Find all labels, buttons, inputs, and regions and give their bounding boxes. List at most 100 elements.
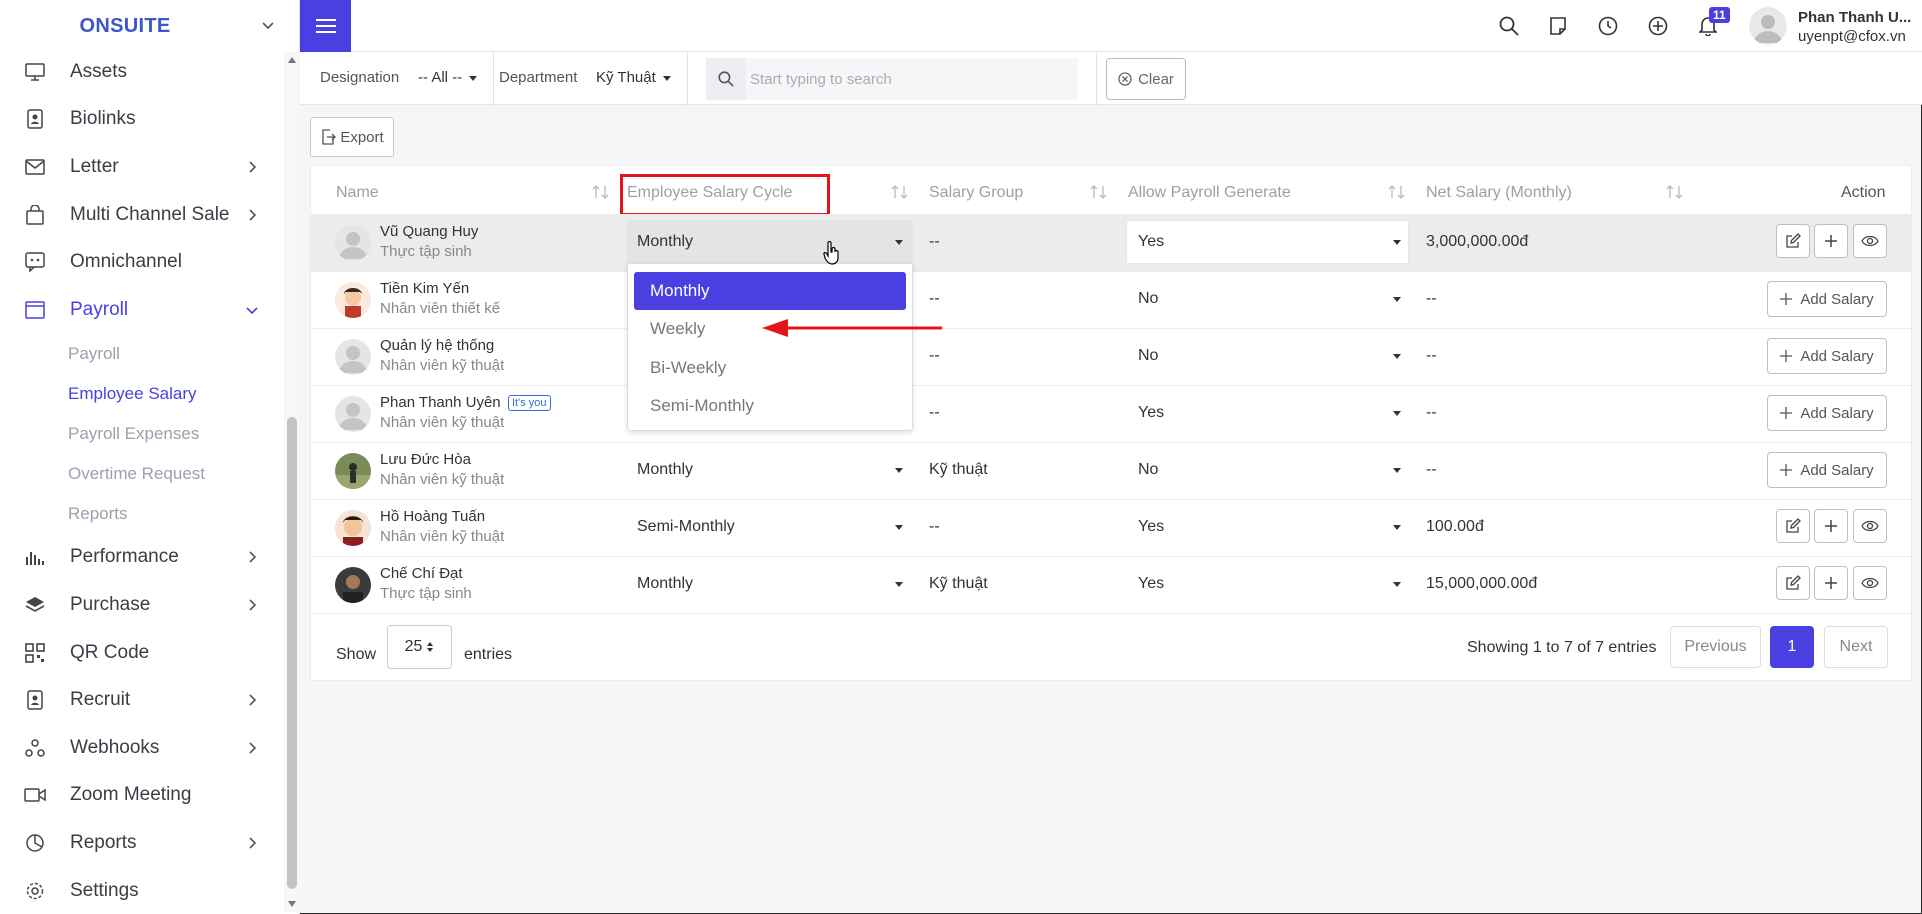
sidebar-subitem-overtime-request[interactable]: Overtime Request xyxy=(0,454,284,494)
add-button[interactable] xyxy=(1814,566,1848,600)
avatar xyxy=(335,567,371,603)
search-input[interactable] xyxy=(750,58,1070,100)
view-button[interactable] xyxy=(1853,566,1887,600)
avatar xyxy=(335,282,371,318)
video-icon xyxy=(24,784,46,806)
employee-name[interactable]: Chế Chí Đạt xyxy=(380,565,463,582)
sidebar-item-webhooks[interactable]: Webhooks xyxy=(0,724,284,772)
search-icon[interactable] xyxy=(1497,14,1521,38)
scrollbar-thumb[interactable] xyxy=(287,417,297,889)
net-salary-value: 3,000,000.00đ xyxy=(1426,233,1529,250)
allow-payroll-select[interactable] xyxy=(1126,220,1409,264)
allow-payroll-value[interactable]: No xyxy=(1138,347,1158,365)
add-circle-icon[interactable] xyxy=(1646,14,1670,38)
dropdown-option-semi-monthly[interactable]: Semi-Monthly xyxy=(634,387,906,425)
sidebar-item-label: Omnichannel xyxy=(70,251,182,273)
sidebar-item-reports[interactable]: Reports xyxy=(0,819,284,867)
allow-payroll-value[interactable]: Yes xyxy=(1138,518,1164,536)
sidebar-subitem-employee-salary[interactable]: Employee Salary xyxy=(0,374,284,414)
sort-icon[interactable] xyxy=(891,185,909,199)
edit-button[interactable] xyxy=(1776,509,1810,543)
search-box xyxy=(706,58,1078,100)
column-header-name[interactable]: Name xyxy=(336,184,379,202)
qr-code-icon xyxy=(24,642,46,664)
notification-badge: 11 xyxy=(1709,7,1730,23)
column-header-net-salary[interactable]: Net Salary (Monthly) xyxy=(1426,184,1572,202)
previous-button[interactable]: Previous xyxy=(1670,626,1761,668)
scroll-down-icon[interactable] xyxy=(287,900,297,908)
brand-header[interactable]: ONSUITE xyxy=(0,0,300,52)
employee-name[interactable]: Phan Thanh Uyên xyxy=(380,394,501,411)
add-salary-button[interactable]: Add Salary xyxy=(1767,452,1887,488)
sidebar-item-recruit[interactable]: Recruit xyxy=(0,676,284,724)
allow-payroll-value[interactable]: No xyxy=(1138,461,1158,479)
add-button[interactable] xyxy=(1814,224,1848,258)
salary-group-value: Kỹ thuật xyxy=(929,461,988,478)
window-icon xyxy=(24,299,46,321)
page-1-button[interactable]: 1 xyxy=(1770,626,1814,668)
add-button[interactable] xyxy=(1814,509,1848,543)
employee-name[interactable]: Hồ Hoàng Tuấn xyxy=(380,508,485,525)
department-select[interactable]: Kỹ Thuật xyxy=(596,69,671,86)
allow-payroll-value[interactable]: Yes xyxy=(1138,404,1164,422)
add-salary-button[interactable]: Add Salary xyxy=(1767,281,1887,317)
column-header-salary-cycle[interactable]: Employee Salary Cycle xyxy=(627,184,792,202)
sort-icon[interactable] xyxy=(1388,185,1406,199)
salary-cycle-value: Monthly xyxy=(637,233,694,250)
add-salary-button[interactable]: Add Salary xyxy=(1767,395,1887,431)
sort-icon[interactable] xyxy=(592,185,610,199)
sidebar-item-omnichannel[interactable]: Omnichannel xyxy=(0,238,284,286)
sort-icon[interactable] xyxy=(1666,185,1684,199)
sidebar-item-assets[interactable]: Assets xyxy=(0,48,284,96)
salary-cycle-value[interactable]: Monthly xyxy=(637,575,693,593)
sidebar-item-zoom-meeting[interactable]: Zoom Meeting xyxy=(0,772,284,820)
clock-icon[interactable] xyxy=(1596,14,1620,38)
sidebar-item-qr-code[interactable]: QR Code xyxy=(0,629,284,677)
note-icon[interactable] xyxy=(1546,14,1570,38)
dropdown-option-bi-weekly[interactable]: Bi-Weekly xyxy=(634,349,906,387)
net-salary-value: 100.00đ xyxy=(1426,518,1484,535)
user-name[interactable]: Phan Thanh U... xyxy=(1798,9,1911,26)
sidebar-subitem-payroll[interactable]: Payroll xyxy=(0,334,284,374)
user-avatar[interactable] xyxy=(1749,7,1787,45)
designation-select[interactable]: -- All -- xyxy=(418,69,478,86)
edit-button[interactable] xyxy=(1776,224,1810,258)
menu-toggle-button[interactable] xyxy=(300,0,351,52)
employee-name[interactable]: Vũ Quang Huy xyxy=(380,223,478,240)
employee-name[interactable]: Lưu Đức Hòa xyxy=(380,451,471,468)
sidebar-item-performance[interactable]: Performance xyxy=(0,534,284,582)
sidebar-item-biolinks[interactable]: Biolinks xyxy=(0,96,284,144)
sort-icon[interactable] xyxy=(1090,185,1108,199)
sidebar-item-purchase[interactable]: Purchase xyxy=(0,581,284,629)
sidebar-subitem-payroll-expenses[interactable]: Payroll Expenses xyxy=(0,414,284,454)
view-button[interactable] xyxy=(1853,509,1887,543)
dropdown-option-monthly[interactable]: Monthly xyxy=(634,272,906,310)
employee-name[interactable]: Tiền Kim Yến xyxy=(380,280,469,297)
allow-payroll-value[interactable]: Yes xyxy=(1138,575,1164,593)
clear-button[interactable]: Clear xyxy=(1106,58,1186,100)
allow-payroll-value[interactable]: No xyxy=(1138,290,1158,308)
column-header-allow-payroll[interactable]: Allow Payroll Generate xyxy=(1128,184,1291,202)
add-salary-button[interactable]: Add Salary xyxy=(1767,338,1887,374)
salary-cycle-value[interactable]: Semi-Monthly xyxy=(637,518,735,536)
sidebar-item-letter[interactable]: Letter xyxy=(0,143,284,191)
view-button[interactable] xyxy=(1853,224,1887,258)
sidebar-item-payroll[interactable]: Payroll xyxy=(0,286,284,334)
sidebar-item-settings[interactable]: Settings xyxy=(0,867,284,914)
employee-role: Nhân viên kỹ thuật xyxy=(380,528,505,545)
webhooks-icon xyxy=(24,737,46,759)
export-button[interactable]: Export xyxy=(310,117,394,157)
plus-icon xyxy=(1825,520,1837,532)
column-header-salary-group[interactable]: Salary Group xyxy=(929,184,1023,202)
employee-name[interactable]: Quản lý hệ thống xyxy=(380,337,494,354)
sidebar-scrollbar[interactable] xyxy=(284,52,300,912)
next-button[interactable]: Next xyxy=(1824,626,1888,668)
scroll-up-icon[interactable] xyxy=(287,56,297,64)
sidebar-subitem-reports[interactable]: Reports xyxy=(0,494,284,534)
sidebar-item-multi-channel-sale[interactable]: Multi Channel Sale xyxy=(0,191,284,239)
chevron-down-icon[interactable] xyxy=(260,17,276,33)
page-length-select[interactable]: 25 xyxy=(387,625,452,669)
salary-cycle-value[interactable]: Monthly xyxy=(637,461,693,479)
edit-button[interactable] xyxy=(1776,566,1810,600)
plus-icon xyxy=(1825,577,1837,589)
